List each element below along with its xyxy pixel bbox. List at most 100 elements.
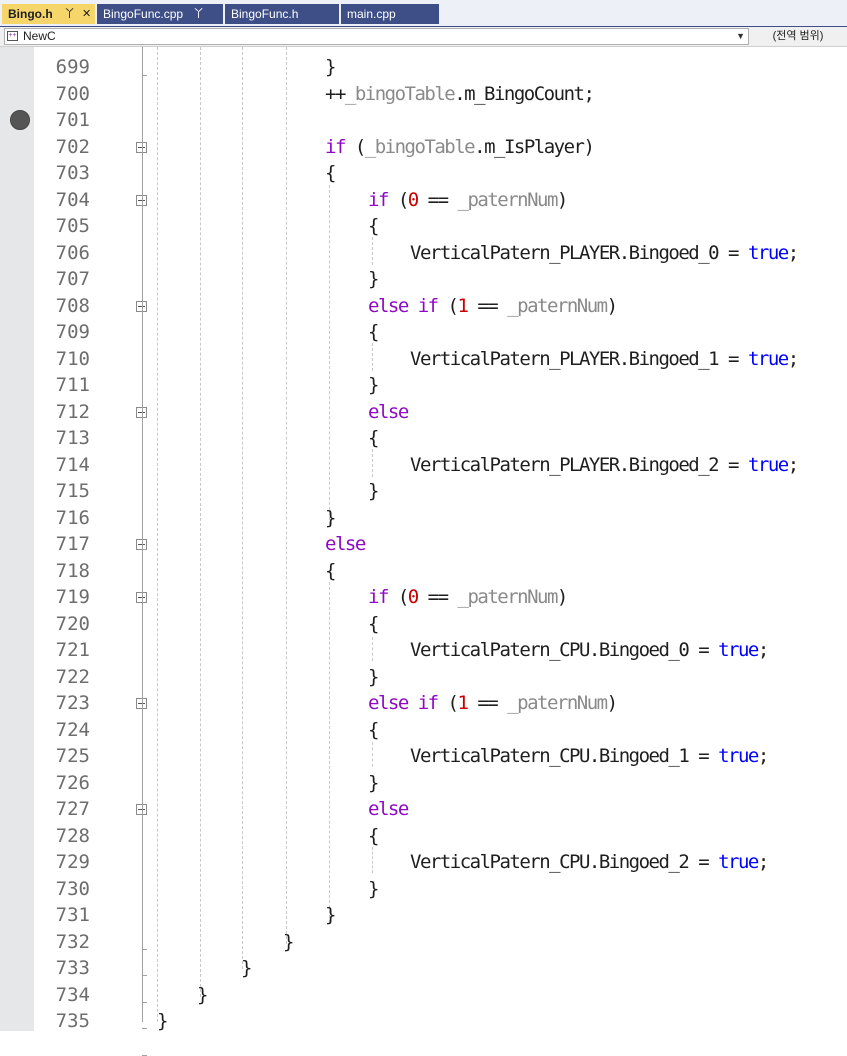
indent-guide: [329, 185, 330, 525]
code-line[interactable]: else if (1 == _paternNum): [368, 690, 618, 716]
code-editor[interactable]: 699} 700 ++_bingoTable.m_BingoCount; 701 702…: [0, 47, 847, 1056]
line-number: 725: [55, 745, 90, 767]
code-line[interactable]: if (0 == _paternNum): [368, 187, 568, 213]
code-line[interactable]: }: [325, 505, 336, 531]
code-line[interactable]: if (0 == _paternNum): [368, 584, 568, 610]
code-line[interactable]: {: [368, 611, 379, 637]
indent-guide: [200, 47, 201, 997]
code-token: VerticalPatern_PLAYER.Bingoed_2 =: [410, 453, 748, 476]
member-dropdown[interactable]: (전역 범위): [752, 28, 844, 45]
line-number: 734: [55, 983, 90, 1006]
code-line[interactable]: }: [197, 982, 208, 1008]
line-number: 718: [55, 559, 90, 582]
code-token: true: [718, 639, 759, 661]
tab-bingofunc-h[interactable]: BingoFunc.h: [225, 4, 339, 24]
code-token: (: [437, 692, 459, 714]
line-number: 723: [55, 692, 90, 714]
line-number: 719: [55, 586, 90, 608]
indent-guide: [372, 847, 373, 873]
code-line[interactable]: else if (1 == _paternNum): [368, 293, 618, 319]
code-line[interactable]: ++_bingoTable.m_BingoCount;: [325, 81, 595, 107]
code-line[interactable]: }: [325, 54, 336, 80]
code-token: 0: [407, 188, 419, 211]
code-line[interactable]: VerticalPatern_CPU.Bingoed_1 = true;: [410, 743, 769, 769]
code-line[interactable]: }: [368, 876, 379, 902]
code-line[interactable]: }: [241, 955, 252, 981]
code-token: ): [556, 586, 568, 608]
code-token: _paternNum: [507, 294, 608, 317]
tab-bingo-h[interactable]: Bingo.h 丫 ✕: [2, 4, 95, 24]
code-line[interactable]: else: [325, 531, 366, 557]
breakpoint-icon[interactable]: [10, 110, 30, 130]
code-token: _bingoTable: [344, 82, 456, 105]
code-line[interactable]: VerticalPatern_PLAYER.Bingoed_2 = true;: [410, 452, 799, 478]
tab-label: main.cpp: [347, 7, 396, 21]
code-line[interactable]: else: [368, 399, 409, 425]
code-line[interactable]: }: [283, 929, 294, 955]
code-line[interactable]: }: [368, 372, 379, 398]
code-line[interactable]: {: [325, 160, 336, 186]
code-token: (: [437, 294, 459, 317]
code-token: ==: [467, 294, 508, 317]
code-line[interactable]: {: [368, 823, 379, 849]
tab-label: BingoFunc.h: [231, 7, 299, 21]
code-token: if: [368, 188, 389, 211]
line-number: 707: [55, 268, 90, 290]
code-token: true: [718, 745, 759, 767]
line-number: 709: [55, 321, 90, 343]
outline-end-tick: [142, 75, 147, 76]
code-line[interactable]: if (_bingoTable.m_IsPlayer): [325, 134, 595, 160]
code-line[interactable]: {: [368, 425, 379, 451]
code-token: {: [325, 559, 336, 582]
tab-bingofunc-cpp[interactable]: BingoFunc.cpp 丫: [97, 4, 223, 24]
indent-guide: [242, 47, 243, 969]
code-token: ): [606, 692, 618, 714]
project-icon: ++: [7, 31, 18, 41]
code-token: ==: [467, 692, 508, 714]
pin-icon[interactable]: 丫: [193, 4, 204, 24]
code-line[interactable]: VerticalPatern_CPU.Bingoed_0 = true;: [410, 637, 769, 663]
outline-end-tick: [142, 1002, 147, 1003]
line-number: 712: [55, 400, 90, 423]
code-line[interactable]: {: [368, 319, 379, 345]
code-line[interactable]: }: [368, 266, 379, 292]
code-line[interactable]: VerticalPatern_PLAYER.Bingoed_1 = true;: [410, 346, 799, 372]
code-line[interactable]: }: [368, 770, 379, 796]
outline-end-tick: [142, 549, 147, 550]
code-line[interactable]: {: [368, 717, 379, 743]
code-token: (: [387, 586, 409, 608]
code-token: true: [747, 453, 789, 476]
code-token: {: [368, 321, 379, 343]
code-token: ): [556, 188, 568, 211]
tab-label: Bingo.h: [8, 7, 53, 21]
close-icon[interactable]: ✕: [82, 4, 91, 22]
line-number: 729: [55, 851, 90, 873]
line-number: 699: [55, 56, 90, 78]
code-line[interactable]: }: [368, 478, 379, 504]
pin-icon[interactable]: 丫: [64, 4, 75, 22]
tab-main-cpp[interactable]: main.cpp: [341, 4, 439, 24]
code-line[interactable]: {: [325, 558, 336, 584]
chevron-down-icon[interactable]: ▼: [736, 29, 745, 44]
code-token: }: [241, 957, 252, 979]
indicator-margin[interactable]: [0, 47, 34, 1031]
code-line[interactable]: }: [325, 902, 336, 928]
line-number: 714: [55, 453, 90, 476]
code-line[interactable]: else: [368, 796, 409, 822]
code-line[interactable]: VerticalPatern_CPU.Bingoed_2 = true;: [410, 849, 769, 875]
code-line[interactable]: VerticalPatern_PLAYER.Bingoed_0 = true;: [410, 240, 799, 266]
scope-dropdown[interactable]: ++ NewC ▼: [4, 28, 749, 45]
code-line[interactable]: {: [368, 213, 379, 239]
code-token: }: [325, 904, 336, 926]
code-token: .m_IsPlayer): [474, 135, 595, 158]
line-number: 731: [55, 904, 90, 926]
code-line[interactable]: }: [368, 664, 379, 690]
code-line[interactable]: }: [157, 1008, 168, 1034]
line-number: 716: [55, 506, 90, 529]
code-token: if: [368, 586, 389, 608]
code-token: VerticalPatern_CPU.Bingoed_0 =: [410, 639, 719, 661]
outline-end-tick: [142, 949, 147, 950]
code-token: _paternNum: [507, 692, 608, 714]
code-token: }: [325, 56, 336, 78]
code-token: VerticalPatern_CPU.Bingoed_2 =: [410, 851, 719, 873]
